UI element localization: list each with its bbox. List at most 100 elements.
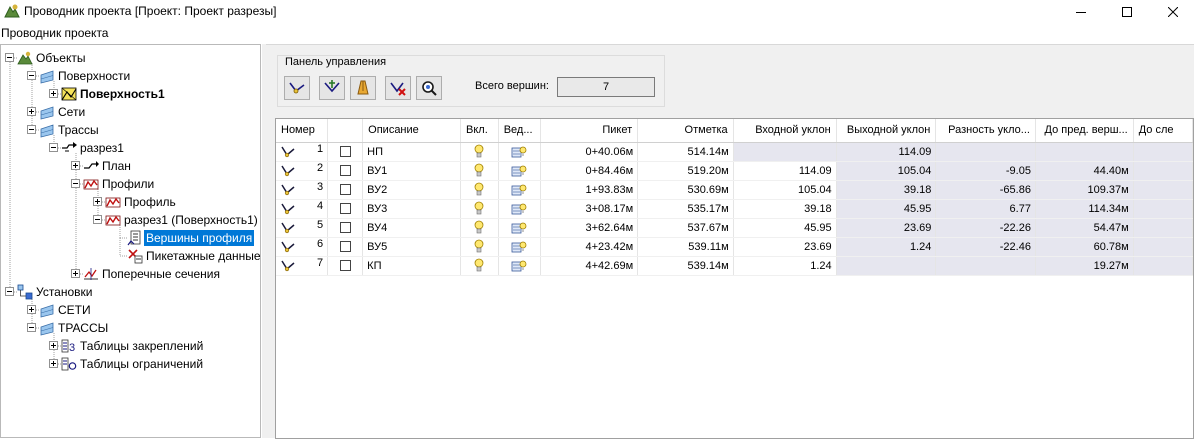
tree-item[interactable]: 3 Таблицы закреплений (1, 337, 259, 355)
visibility-cell[interactable] (460, 142, 499, 162)
column-header[interactable] (327, 119, 364, 143)
delete-vertex-button[interactable] (385, 76, 411, 100)
description-cell[interactable]: ВУ3 (362, 199, 461, 219)
elevation-cell[interactable]: 535.17м (637, 199, 734, 219)
tree-item[interactable]: СЕТИ (1, 301, 259, 319)
column-header[interactable]: Входной уклон (733, 119, 837, 143)
project-tree[interactable]: Объекты Поверхности Поверхность1 Сети Трассы… (0, 44, 261, 438)
to-prev-vertex-cell[interactable]: 60.78м (1035, 237, 1134, 257)
row-number-cell[interactable]: 1 (276, 142, 329, 162)
tree-item[interactable]: Поверхности (1, 67, 259, 85)
tree-item[interactable]: разрез1 (1, 139, 259, 157)
row-checkbox[interactable] (339, 203, 351, 215)
description-cell[interactable]: ВУ2 (362, 180, 461, 200)
expand-toggle[interactable] (93, 197, 102, 206)
to-next-vertex-cell[interactable] (1133, 218, 1193, 238)
in-slope-cell[interactable]: 39.18 (733, 199, 837, 219)
tree-item[interactable]: Установки (1, 283, 259, 301)
slope-diff-cell[interactable]: -9.05 (935, 161, 1036, 181)
statement-cell[interactable] (498, 199, 541, 219)
in-slope-cell[interactable]: 114.09 (733, 161, 837, 181)
description-cell[interactable]: ВУ5 (362, 237, 461, 257)
tree-item[interactable]: Сети (1, 103, 259, 121)
expand-toggle[interactable] (49, 341, 58, 350)
slope-diff-cell[interactable] (935, 142, 1036, 162)
column-header[interactable]: Номер (276, 119, 329, 143)
column-header[interactable]: Отметка (637, 119, 734, 143)
out-slope-cell[interactable] (836, 256, 937, 276)
to-prev-vertex-cell[interactable]: 54.47м (1035, 218, 1134, 238)
description-cell[interactable]: НП (362, 142, 461, 162)
tree-item[interactable]: разрез1 (Поверхность1) (1, 211, 259, 229)
to-next-vertex-cell[interactable] (1133, 142, 1193, 162)
station-cell[interactable]: 0+84.46м (540, 161, 639, 181)
insert-vertex-button[interactable] (319, 76, 345, 100)
elevation-cell[interactable]: 537.67м (637, 218, 734, 238)
edit-vertex-button[interactable] (350, 76, 376, 100)
row-number-cell[interactable]: 7 (276, 256, 329, 276)
select-checkbox-cell[interactable] (327, 161, 364, 181)
to-next-vertex-cell[interactable] (1133, 256, 1193, 276)
to-next-vertex-cell[interactable] (1133, 161, 1193, 181)
tree-item[interactable]: Объекты (1, 49, 259, 67)
description-cell[interactable]: ВУ1 (362, 161, 461, 181)
to-prev-vertex-cell[interactable] (1035, 142, 1134, 162)
statement-cell[interactable] (498, 142, 541, 162)
statement-cell[interactable] (498, 218, 541, 238)
visibility-cell[interactable] (460, 237, 499, 257)
row-checkbox[interactable] (339, 184, 351, 196)
collapse-toggle[interactable] (71, 179, 80, 188)
column-header[interactable]: Пикет (540, 119, 639, 143)
row-number-cell[interactable]: 5 (276, 218, 329, 238)
elevation-cell[interactable]: 539.11м (637, 237, 734, 257)
in-slope-cell[interactable]: 45.95 (733, 218, 837, 238)
minimize-button[interactable] (1058, 0, 1104, 24)
vertex-row[interactable]: 6 ВУ5 4+23.42м 539.11м 23.69 1.24 -22.46 60.78м (276, 237, 1193, 257)
to-prev-vertex-cell[interactable]: 114.34м (1035, 199, 1134, 219)
slope-diff-cell[interactable]: -65.86 (935, 180, 1036, 200)
visibility-cell[interactable] (460, 218, 499, 238)
vertex-row[interactable]: 3 ВУ2 1+93.83м 530.69м 105.04 39.18 -65.86 109.… (276, 180, 1193, 200)
slope-diff-cell[interactable] (935, 256, 1036, 276)
station-cell[interactable]: 4+23.42м (540, 237, 639, 257)
to-next-vertex-cell[interactable] (1133, 237, 1193, 257)
column-header[interactable]: Описание (362, 119, 461, 143)
station-cell[interactable]: 1+93.83м (540, 180, 639, 200)
station-cell[interactable]: 0+40.06м (540, 142, 639, 162)
vertex-row[interactable]: 7 КП 4+42.69м 539.14м 1.24 19.27м (276, 256, 1193, 276)
station-cell[interactable]: 4+42.69м (540, 256, 639, 276)
collapse-toggle[interactable] (27, 71, 36, 80)
vertex-row[interactable]: 4 ВУ3 3+08.17м 535.17м 39.18 45.95 6.77 114.34м (276, 199, 1193, 219)
column-header[interactable]: Выходной уклон (836, 119, 937, 143)
out-slope-cell[interactable]: 23.69 (836, 218, 937, 238)
description-cell[interactable]: КП (362, 256, 461, 276)
tree-item[interactable]: Таблицы ограничений (1, 355, 259, 373)
visibility-cell[interactable] (460, 256, 499, 276)
row-checkbox[interactable] (339, 165, 351, 177)
row-checkbox[interactable] (339, 222, 351, 234)
expand-toggle[interactable] (71, 161, 80, 170)
tree-item[interactable]: План (1, 157, 259, 175)
in-slope-cell[interactable] (733, 142, 837, 162)
row-number-cell[interactable]: 2 (276, 161, 329, 181)
maximize-button[interactable] (1104, 0, 1150, 24)
row-checkbox[interactable] (339, 241, 351, 253)
select-checkbox-cell[interactable] (327, 237, 364, 257)
row-checkbox[interactable] (339, 260, 351, 272)
select-checkbox-cell[interactable] (327, 180, 364, 200)
tree-item[interactable]: Поперечные сечения (1, 265, 259, 283)
row-number-cell[interactable]: 4 (276, 199, 329, 219)
slope-diff-cell[interactable]: -22.46 (935, 237, 1036, 257)
column-header[interactable]: Разность укло... (935, 119, 1036, 143)
select-checkbox-cell[interactable] (327, 256, 364, 276)
expand-toggle[interactable] (49, 359, 58, 368)
out-slope-cell[interactable]: 39.18 (836, 180, 937, 200)
select-checkbox-cell[interactable] (327, 199, 364, 219)
to-next-vertex-cell[interactable] (1133, 199, 1193, 219)
elevation-cell[interactable]: 519.20м (637, 161, 734, 181)
column-header[interactable]: До пред. верш... (1035, 119, 1134, 143)
zoom-to-vertex-button[interactable] (416, 76, 442, 100)
tree-item[interactable]: Трассы (1, 121, 259, 139)
collapse-toggle[interactable] (27, 323, 36, 332)
in-slope-cell[interactable]: 1.24 (733, 256, 837, 276)
